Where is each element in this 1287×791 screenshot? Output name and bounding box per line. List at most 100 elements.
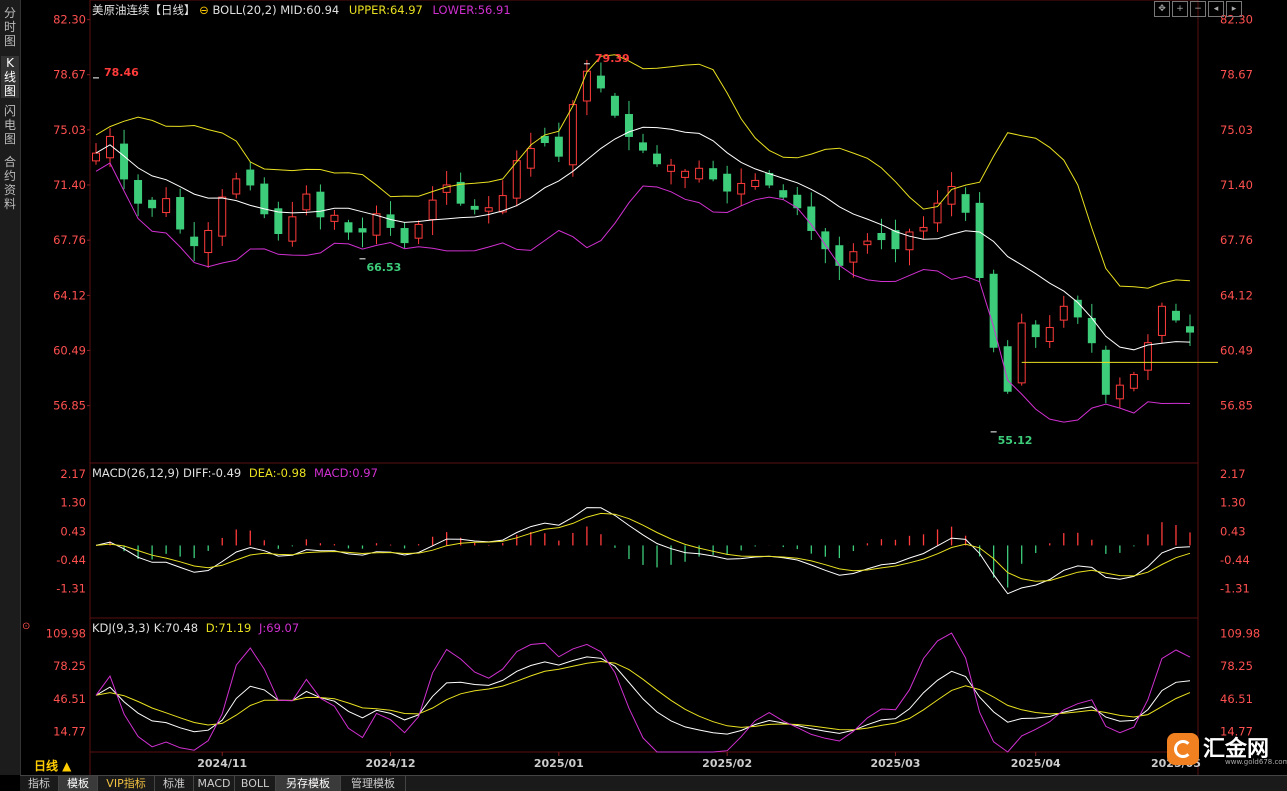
candle-body	[134, 180, 143, 204]
candle-body	[344, 222, 353, 233]
right-icon[interactable]: ▸	[1226, 1, 1242, 17]
candle-body	[190, 236, 199, 247]
candle-body	[568, 104, 577, 166]
period-selector[interactable]: 日线 ▲	[34, 757, 71, 774]
price-tick-right: 78.67	[1220, 68, 1253, 82]
tab-save-template[interactable]: 另存模板	[276, 776, 341, 791]
instrument-title[interactable]: 美原油连续【日线】	[92, 3, 196, 17]
move-icon[interactable]: ✥	[1154, 1, 1170, 17]
price-tick-right: 64.12	[1220, 288, 1253, 302]
candle-body	[176, 197, 185, 230]
zoom-in-icon[interactable]: +	[1172, 1, 1188, 17]
candle-body	[218, 196, 227, 237]
candle-body	[1017, 322, 1026, 384]
candle-body	[807, 206, 816, 231]
price-tick-left: 71.40	[53, 178, 86, 192]
candle-body	[596, 75, 605, 89]
logo-icon	[1167, 733, 1199, 765]
candle-body	[751, 179, 760, 187]
macd-tick-left: -1.31	[56, 582, 86, 596]
tab-vip-indicator[interactable]: VIP指标	[98, 776, 155, 791]
candle-body	[484, 207, 493, 212]
chart-canvas[interactable]: 78.4666.5379.3955.12 82.30 82.3078.67 78.6…	[20, 0, 1287, 775]
tab-boll[interactable]: BOLL	[235, 776, 276, 791]
candle-body	[400, 228, 409, 244]
candle-body	[891, 230, 900, 250]
candle-body	[92, 152, 100, 162]
extreme-label-high1: 78.46	[104, 66, 139, 79]
price-tick-left: 56.85	[53, 399, 86, 413]
gold678-logo: 汇金网 www.gold678.com	[1165, 730, 1287, 770]
k-label: K:70.48	[153, 621, 199, 635]
settings-icon[interactable]: ⊖	[199, 3, 209, 17]
sidebar-item-kline[interactable]: K线图	[1, 56, 19, 98]
candle-body	[1143, 342, 1152, 371]
kdj-panel	[95, 632, 1191, 753]
macd-tick-right: 2.17	[1220, 467, 1246, 481]
candle-body	[1031, 324, 1040, 338]
kdj-tick-right: 46.51	[1220, 692, 1253, 706]
candle-body	[372, 213, 381, 236]
candle-body	[779, 190, 788, 198]
macd-label: MACD(26,12,9)	[92, 466, 180, 480]
panel-frames	[89, 0, 1199, 775]
sidebar-item-flash[interactable]: 闪电图	[1, 104, 19, 146]
dea-label: DEA:-0.98	[248, 466, 307, 480]
extreme-label-low2: 55.12	[998, 434, 1033, 447]
kdj-tick-right: 109.98	[1220, 626, 1260, 640]
candle-body	[695, 167, 704, 180]
sidebar-item-contract[interactable]: 合约资料	[1, 155, 19, 211]
macd-tick-left: 0.43	[60, 524, 86, 538]
candle-body	[723, 173, 732, 192]
left-icon[interactable]: ◂	[1208, 1, 1224, 17]
candle-body	[358, 228, 367, 233]
price-tick-right: 60.49	[1220, 343, 1253, 357]
candle-body	[302, 193, 311, 211]
candle-body	[540, 135, 549, 144]
candle-body	[1186, 326, 1194, 333]
boll-label: BOLL(20,2)	[212, 3, 277, 17]
d-label: D:71.19	[205, 621, 252, 635]
macd-tick-right: 0.43	[1220, 524, 1246, 538]
price-tick-right: 75.03	[1220, 123, 1253, 137]
bottom-tab-bar: 指标 模板 VIP指标 标准 MACD BOLL 另存模板 管理模板	[20, 775, 1287, 791]
macd-panel	[95, 507, 1191, 595]
xaxis-label: 2025/01	[534, 757, 584, 770]
candle-body	[162, 198, 171, 214]
candle-body	[1157, 305, 1166, 336]
sidebar-item-timeshare[interactable]: 分时图	[1, 6, 19, 48]
main-price-panel: 78.46 66.53 79.39 55.12	[92, 52, 1218, 447]
price-tick-right: 71.40	[1220, 178, 1253, 192]
kdj-settings-icon[interactable]: ⊙	[22, 621, 34, 633]
candle-body	[232, 178, 241, 195]
candle-body	[610, 95, 619, 116]
extreme-label-high2: 79.39	[595, 52, 630, 65]
candle-body	[470, 205, 479, 210]
price-tick-right: 67.76	[1220, 233, 1253, 247]
zoom-out-icon[interactable]: −	[1190, 1, 1206, 17]
macd-tick-left: 2.17	[60, 467, 86, 481]
tab-template[interactable]: 模板	[59, 776, 98, 791]
chart-area[interactable]: 78.46 66.53 79.39 55.12 82.30 82.30 78.67 78.6…	[20, 0, 1287, 775]
d-line	[95, 660, 1191, 731]
boll-lower-label: LOWER:56.91	[432, 3, 511, 17]
tab-standard[interactable]: 标准	[155, 776, 194, 791]
candle-body	[246, 169, 255, 186]
price-tick-right: 56.85	[1220, 399, 1253, 413]
candle-body	[414, 223, 423, 239]
price-tick-left: 75.03	[53, 123, 86, 137]
candle-body	[863, 240, 872, 246]
boll-lower-line	[95, 162, 1191, 423]
price-tick-left: 82.30	[53, 13, 86, 27]
xaxis-label: 2025/04	[1011, 757, 1061, 770]
candle-body	[667, 164, 676, 172]
tab-macd[interactable]: MACD	[194, 776, 235, 791]
j-label: J:69.07	[259, 621, 300, 635]
candle-body	[639, 142, 647, 151]
tab-indicator[interactable]: 指标	[20, 776, 59, 791]
candle-body	[386, 214, 395, 228]
tab-manage-template[interactable]: 管理模板	[341, 776, 406, 791]
candle-body	[148, 199, 157, 209]
kdj-label: KDJ(9,3,3)	[92, 621, 151, 635]
candle-body	[526, 148, 535, 169]
